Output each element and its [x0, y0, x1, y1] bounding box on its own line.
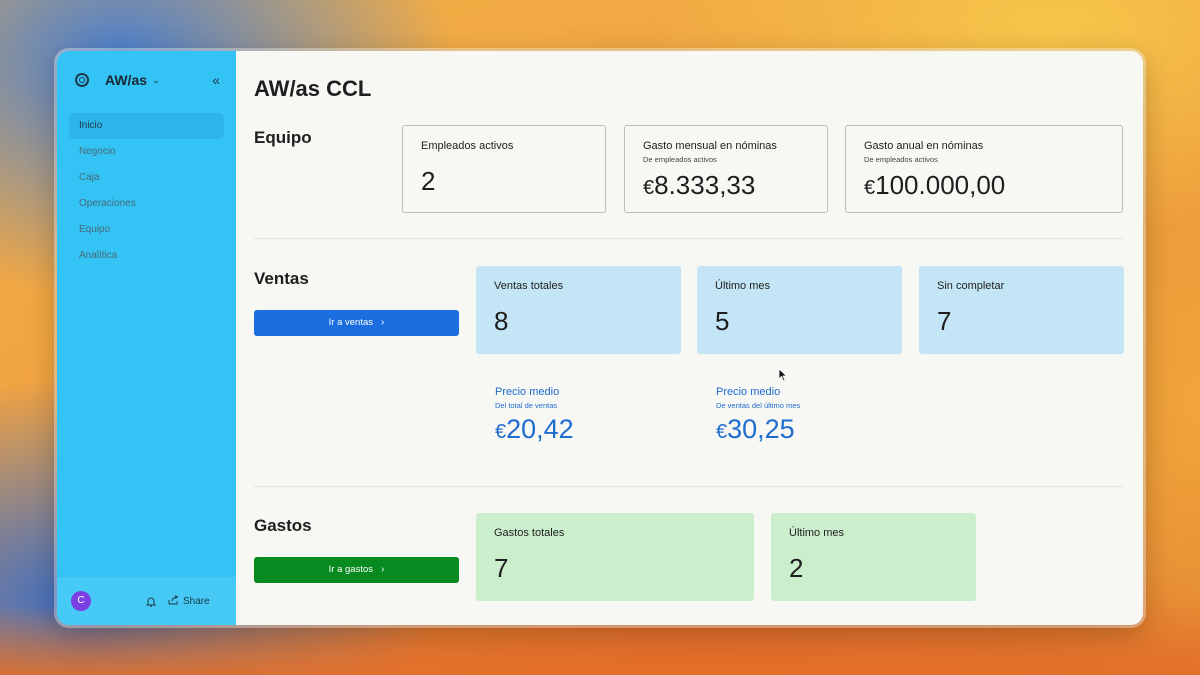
workspace-switcher[interactable]: AW/as ⌄ «	[75, 71, 220, 89]
card-subtitle: De empleados activos	[643, 155, 717, 164]
settings-logo-icon	[75, 73, 89, 87]
currency-symbol: €	[495, 421, 507, 443]
card-value: 7	[494, 553, 509, 583]
sidebar-item-negocio[interactable]: Negocio	[69, 139, 224, 165]
section-title-gastos: Gastos	[254, 516, 312, 535]
stat-label: Precio medio	[716, 386, 781, 398]
card-value: 8	[494, 306, 509, 336]
stat-amount: 20,42	[506, 414, 574, 444]
card-value: 7	[937, 306, 952, 336]
currency-symbol: €	[864, 177, 876, 199]
stat-precio-medio-ultimo-mes: Precio medio De ventas del último mes €3…	[716, 386, 800, 445]
sidebar-item-caja[interactable]: Caja	[69, 165, 224, 191]
section-divider	[254, 486, 1123, 487]
card-ventas-ultimo-mes: Último mes 5	[697, 266, 902, 354]
mouse-cursor-icon	[778, 368, 788, 382]
stat-label: Precio medio	[495, 386, 560, 398]
card-label: Último mes	[715, 280, 771, 292]
card-empleados-activos: Empleados activos 2	[402, 125, 606, 213]
card-label: Empleados activos	[421, 140, 514, 152]
sidebar-nav: Inicio Negocio Caja Operaciones Equipo A…	[69, 113, 224, 269]
stat-subtitle: De ventas del último mes	[716, 401, 801, 410]
card-gasto-mensual: Gasto mensual en nóminas De empleados ac…	[624, 125, 828, 213]
card-value: 5	[715, 306, 730, 336]
avatar[interactable]: C	[71, 591, 91, 611]
card-label: Gasto mensual en nóminas	[643, 140, 777, 152]
ir-a-gastos-button[interactable]: Ir a gastos ›	[254, 557, 459, 583]
sidebar: AW/as ⌄ « Inicio Negocio Caja Operacione…	[57, 51, 236, 625]
card-label: Ventas totales	[494, 280, 564, 292]
stat-precio-medio-total: Precio medio Del total de ventas €20,42	[495, 386, 574, 445]
card-gasto-anual: Gasto anual en nóminas De empleados acti…	[845, 125, 1123, 213]
share-icon	[168, 594, 179, 608]
card-value: €100.000,00	[864, 170, 1104, 201]
chevron-down-icon: ⌄	[152, 74, 160, 85]
stat-amount: 30,25	[727, 414, 795, 444]
card-value: 2	[421, 166, 436, 196]
workspace-name: AW/as	[105, 72, 148, 88]
currency-symbol: €	[716, 421, 728, 443]
sidebar-footer: C Share	[57, 577, 236, 625]
section-title-ventas: Ventas	[254, 269, 309, 288]
section-divider	[254, 238, 1123, 239]
section-title-equipo: Equipo	[254, 128, 312, 147]
bell-icon[interactable]	[146, 596, 156, 607]
sidebar-item-analitica[interactable]: Analítica	[69, 243, 224, 269]
card-sin-completar: Sin completar 7	[919, 266, 1124, 354]
card-value: €8.333,33	[643, 170, 809, 201]
sidebar-item-inicio[interactable]: Inicio	[69, 113, 224, 139]
currency-symbol: €	[643, 177, 655, 199]
card-label: Gastos totales	[494, 527, 565, 539]
button-label: Ir a ventas	[328, 317, 373, 328]
sidebar-item-operaciones[interactable]: Operaciones	[69, 191, 224, 217]
card-label: Último mes	[789, 527, 845, 539]
stat-subtitle: Del total de ventas	[495, 401, 558, 410]
card-ventas-totales: Ventas totales 8	[476, 266, 681, 354]
stat-value: €30,25	[716, 414, 800, 445]
stat-value: €20,42	[495, 414, 574, 445]
collapse-sidebar-icon[interactable]: «	[212, 71, 220, 89]
chevron-right-icon: ›	[381, 564, 385, 575]
app-window: AW/as ⌄ « Inicio Negocio Caja Operacione…	[57, 51, 1143, 625]
card-value: 2	[789, 553, 804, 583]
share-button[interactable]: Share	[168, 594, 210, 608]
ir-a-ventas-button[interactable]: Ir a ventas ›	[254, 310, 459, 336]
share-label: Share	[183, 595, 210, 607]
card-label: Gasto anual en nóminas	[864, 140, 984, 152]
card-subtitle: De empleados activos	[864, 155, 938, 164]
card-label: Sin completar	[937, 280, 1005, 292]
card-amount: 8.333,33	[654, 170, 756, 200]
button-label: Ir a gastos	[328, 564, 373, 575]
card-gastos-ultimo-mes: Último mes 2	[771, 513, 976, 601]
card-gastos-totales: Gastos totales 7	[476, 513, 754, 601]
page-title: AW/as CCL	[254, 76, 372, 101]
sidebar-item-equipo[interactable]: Equipo	[69, 217, 224, 243]
chevron-right-icon: ›	[381, 317, 385, 328]
card-amount: 100.000,00	[875, 170, 1006, 200]
main-content: AW/as CCL Equipo Empleados activos 2 Gas…	[236, 51, 1143, 625]
